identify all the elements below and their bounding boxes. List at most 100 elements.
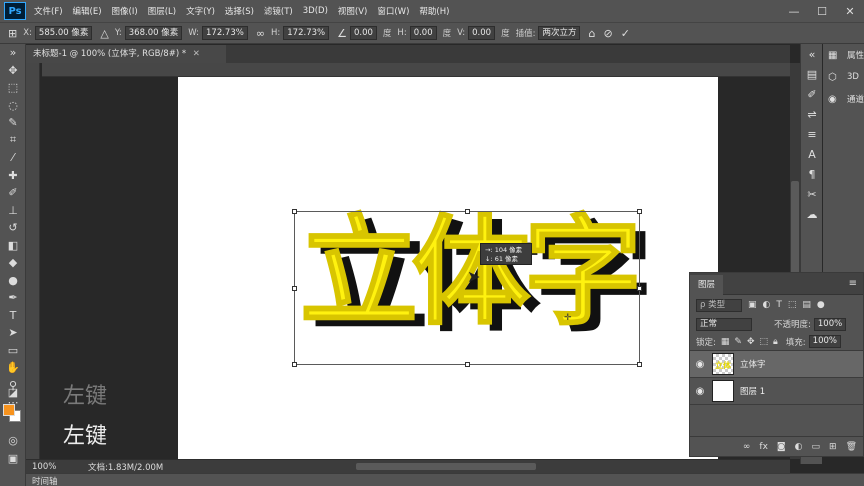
layer-name[interactable]: 图层 1 — [740, 385, 765, 397]
quick-select-tool-icon[interactable]: ✎ — [0, 114, 26, 132]
character-icon[interactable]: A — [801, 144, 823, 164]
healing-tool-icon[interactable]: ✚ — [0, 167, 26, 185]
menu-edit[interactable]: 编辑(E) — [73, 5, 102, 17]
layer-name[interactable]: 立体字 — [740, 358, 766, 370]
eraser-tool-icon[interactable]: ◧ — [0, 237, 26, 255]
collapse-panels-icon[interactable]: « — [801, 44, 823, 64]
opacity-field[interactable]: 100% — [813, 317, 847, 331]
layer-row-layer-1[interactable]: ◉ 图层 1 — [690, 378, 863, 405]
layer-row-3d-text[interactable]: ◉ 立体 立体字 — [690, 351, 863, 378]
blend-mode-select[interactable]: 正常 — [696, 317, 752, 331]
lock-position-icon[interactable]: ✥ — [747, 337, 755, 347]
menu-layer[interactable]: 图层(L) — [148, 5, 176, 17]
panel-menu-icon[interactable]: ≡ — [849, 278, 857, 289]
history-icon[interactable]: ▤ — [801, 64, 823, 84]
handle-bottom-left[interactable] — [292, 362, 297, 367]
channels-panel-button[interactable]: ◉ 通道 — [823, 88, 864, 110]
zoom-level[interactable]: 100% — [32, 462, 74, 472]
menu-filter[interactable]: 滤镜(T) — [264, 5, 293, 17]
handle-top-right[interactable] — [637, 209, 642, 214]
layer-style-icon[interactable]: fx — [759, 442, 768, 452]
layer-filter-select[interactable]: ρ 类型 — [696, 298, 742, 312]
lock-all-icon[interactable]: 🔒︎ — [773, 337, 778, 347]
shape-tool-icon[interactable]: ▭ — [0, 342, 26, 360]
rotation-field[interactable]: 0.00 — [349, 26, 377, 40]
bucket-tool-icon[interactable]: ◆ — [0, 254, 26, 272]
interpolation-select[interactable]: 两次立方 — [538, 26, 581, 40]
lasso-tool-icon[interactable]: ◌ — [0, 97, 26, 115]
filter-pixel-icon[interactable]: ▣ — [748, 300, 757, 310]
handle-middle-left[interactable] — [292, 286, 297, 291]
new-layer-icon[interactable]: ⊞ — [829, 442, 837, 452]
close-window-button[interactable]: ✕ — [836, 5, 864, 18]
adjustments-icon[interactable]: ⇌ — [801, 104, 823, 124]
cancel-transform-icon[interactable]: ⊘ — [603, 27, 612, 40]
link-icon[interactable]: ∞ — [256, 27, 265, 40]
move-tool-icon[interactable]: ✥ — [0, 62, 26, 80]
filter-toggle-icon[interactable]: ● — [817, 300, 825, 310]
x-position-field[interactable]: 585.00 像素 — [34, 26, 93, 40]
lock-transparent-icon[interactable]: ▦ — [721, 337, 730, 347]
add-mask-icon[interactable]: ◙ — [777, 442, 786, 452]
lock-artboard-icon[interactable]: ⬚ — [759, 337, 768, 347]
libraries-icon[interactable]: ☁ — [801, 204, 823, 224]
warp-icon[interactable]: ⌂ — [588, 27, 595, 40]
menu-window[interactable]: 窗口(W) — [377, 5, 409, 17]
height-scale-field[interactable]: 172.73% — [283, 26, 330, 40]
horizontal-scrollbar[interactable] — [356, 463, 536, 470]
paragraph-mark-icon[interactable]: ¶ — [801, 164, 823, 184]
paragraph-icon[interactable]: ≡ — [801, 124, 823, 144]
document-tab[interactable]: 未标题-1 @ 100% (立体字, RGB/8#) * ✕ — [26, 45, 226, 63]
layers-tab[interactable]: 图层 — [690, 275, 724, 295]
link-layers-icon[interactable]: ∞ — [743, 442, 751, 452]
stamp-tool-icon[interactable]: ⊥ — [0, 202, 26, 220]
vertical-skew-field[interactable]: 0.00 — [468, 26, 496, 40]
filter-smart-icon[interactable]: ▤ — [802, 300, 811, 310]
close-tab-icon[interactable]: ✕ — [193, 49, 200, 59]
eyedropper-tool-icon[interactable]: ⁄ — [0, 149, 26, 167]
workspace[interactable]: 立 体 字 立 体 字 ✛ →: 104 像素 ↓: 61 像素 ➤ — [40, 77, 790, 459]
filter-type-icon[interactable]: T — [776, 300, 782, 310]
handle-middle-right[interactable] — [637, 286, 642, 291]
handle-top-center[interactable] — [465, 209, 470, 214]
horizontal-skew-field[interactable]: 0.00 — [409, 26, 437, 40]
brush-panel-icon[interactable]: ✐ — [801, 84, 823, 104]
minimize-button[interactable]: — — [780, 5, 808, 18]
menu-view[interactable]: 视图(V) — [338, 5, 367, 17]
brush-tool-icon[interactable]: ✐ — [0, 184, 26, 202]
handle-bottom-center[interactable] — [465, 362, 470, 367]
handle-top-left[interactable] — [292, 209, 297, 214]
commit-transform-icon[interactable]: ✓ — [621, 27, 630, 40]
screen-mode-icon[interactable]: ▣ — [0, 450, 26, 468]
collapse-icon[interactable]: » — [0, 44, 26, 62]
crop-tool-icon[interactable]: ⌗ — [0, 132, 26, 150]
visibility-eye-icon[interactable]: ◉ — [690, 359, 710, 370]
visibility-eye-icon[interactable]: ◉ — [690, 386, 710, 397]
delta-icon[interactable]: △ — [100, 27, 108, 40]
document-size-info[interactable]: 文档:1.83M/2.00M — [88, 461, 163, 473]
properties-panel-button[interactable]: ▦ 属性 — [823, 44, 864, 66]
default-colors-icon[interactable]: ◪ — [0, 384, 26, 402]
transform-reference-icon[interactable]: ⊞ — [8, 27, 17, 40]
menu-select[interactable]: 选择(S) — [225, 5, 254, 17]
history-brush-icon[interactable]: ↺ — [0, 219, 26, 237]
adjustment-layer-icon[interactable]: ◐ — [795, 442, 803, 452]
foreground-color-swatch[interactable] — [3, 404, 15, 416]
filter-adjustment-icon[interactable]: ◐ — [763, 300, 771, 310]
delete-layer-icon[interactable]: 🗑︎ — [846, 442, 857, 452]
dodge-tool-icon[interactable]: ● — [0, 272, 26, 290]
type-tool-icon[interactable]: T — [0, 307, 26, 325]
y-position-field[interactable]: 368.00 像素 — [124, 26, 183, 40]
filter-shape-icon[interactable]: ⬚ — [788, 300, 797, 310]
menu-help[interactable]: 帮助(H) — [419, 5, 449, 17]
new-group-icon[interactable]: ▭ — [812, 442, 821, 452]
timeline-tab[interactable]: 时间轴 — [32, 475, 58, 486]
menu-file[interactable]: 文件(F) — [34, 5, 63, 17]
handle-bottom-right[interactable] — [637, 362, 642, 367]
fill-field[interactable]: 100% — [808, 335, 841, 348]
marquee-tool-icon[interactable]: ⬚ — [0, 79, 26, 97]
path-select-tool-icon[interactable]: ➤ — [0, 324, 26, 342]
menu-3d[interactable]: 3D(D) — [303, 6, 328, 16]
menu-type[interactable]: 文字(Y) — [186, 5, 215, 17]
hand-tool-icon[interactable]: ✋ — [0, 359, 26, 377]
